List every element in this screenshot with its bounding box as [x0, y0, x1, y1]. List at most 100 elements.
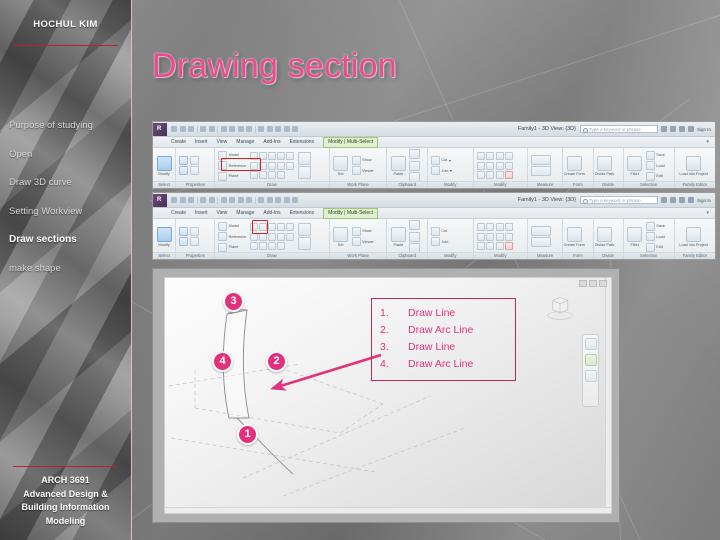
sidebar-item-setting-workview[interactable]: Setting Workview: [9, 206, 129, 217]
sidebar-item-draw-3d-curve[interactable]: Draw 3D curve: [9, 177, 129, 188]
properties-button-grid[interactable]: [179, 226, 199, 247]
draw-extra-tools[interactable]: [297, 151, 311, 180]
exchange-icon[interactable]: [678, 126, 685, 132]
cut-dropdown-caret[interactable]: ▾: [449, 158, 451, 163]
copy-icon[interactable]: [409, 160, 421, 171]
tab-create[interactable]: Create: [171, 210, 186, 216]
paste-button[interactable]: Paste: [390, 226, 406, 247]
family-category-icon[interactable]: [179, 237, 189, 247]
pick-line-tool-icon[interactable]: [250, 242, 258, 250]
trim-icon[interactable]: [505, 161, 514, 170]
measure-along-icon[interactable]: [530, 166, 551, 177]
create-form-button[interactable]: Create Form: [564, 226, 585, 247]
load-selection-option[interactable]: Load: [645, 161, 665, 170]
offset-icon[interactable]: [486, 152, 495, 160]
rotate-icon[interactable]: [495, 161, 504, 170]
undo-icon[interactable]: [200, 197, 206, 203]
cut-geometry-option[interactable]: Cut ▾: [430, 155, 452, 165]
work-plane-face-icon[interactable]: [297, 222, 311, 236]
ellipse-tool-icon[interactable]: [286, 223, 294, 231]
geometry-options[interactable]: Cut Join: [430, 226, 448, 247]
viewport-window-controls[interactable]: [579, 280, 607, 287]
sync-icon[interactable]: [188, 126, 194, 132]
view-icon[interactable]: [266, 126, 273, 132]
properties-icon[interactable]: [179, 226, 189, 236]
polygon-tool-icon[interactable]: [268, 223, 276, 231]
set-work-plane-button[interactable]: Set: [333, 155, 349, 176]
partial-ellipse-tool-icon[interactable]: [286, 161, 294, 170]
exchange-icon[interactable]: [678, 197, 685, 203]
create-form-button[interactable]: Create Form: [564, 155, 585, 176]
tile-icon[interactable]: [275, 126, 281, 132]
cascade-icon[interactable]: [283, 126, 290, 132]
pan-icon[interactable]: [584, 370, 597, 382]
modify-tool-grid[interactable]: [476, 223, 514, 250]
properties-icon[interactable]: [179, 155, 189, 165]
work-plane-pick-icon[interactable]: [297, 166, 311, 180]
arc-tangent-tool-icon[interactable]: [259, 161, 267, 170]
trim-icon[interactable]: [505, 232, 514, 241]
draw-tool-grid[interactable]: [250, 152, 294, 179]
geometry-options[interactable]: Cut ▾ Join ▾: [430, 155, 452, 176]
arc-fillet-tool-icon[interactable]: [268, 161, 276, 170]
tab-insert[interactable]: Insert: [195, 210, 208, 216]
arc-fillet-tool-icon[interactable]: [268, 232, 276, 241]
ellipse-tool-icon[interactable]: [286, 152, 294, 160]
revit-logo-icon[interactable]: [153, 193, 167, 207]
draw-reference-option[interactable]: Reference: [218, 161, 246, 170]
sidebar-item-make-shape[interactable]: make shape: [9, 263, 129, 274]
mirror-pick-icon[interactable]: [505, 223, 514, 231]
filter-button[interactable]: Filter: [627, 155, 643, 176]
rectangle-tool-icon[interactable]: [259, 152, 267, 160]
draw-mode-list[interactable]: Model Reference Plane: [218, 221, 246, 252]
sign-in-button[interactable]: Sign In: [697, 127, 711, 132]
work-plane-viewer-option[interactable]: Viewer: [351, 166, 374, 176]
zoom-icon[interactable]: [584, 354, 597, 366]
tab-manage[interactable]: Manage: [236, 210, 254, 216]
align-icon[interactable]: [476, 223, 485, 231]
revit-search-input[interactable]: Type a keyword or phrase: [579, 196, 658, 204]
tab-add-ins[interactable]: Add-Ins: [263, 210, 280, 216]
draw-plane-option[interactable]: Plane: [218, 171, 246, 181]
move-icon[interactable]: [476, 161, 485, 170]
join-geometry-option[interactable]: Join: [430, 237, 448, 247]
modify-tool-grid[interactable]: [476, 152, 514, 179]
sign-in-button[interactable]: Sign In: [697, 198, 711, 203]
cut-geometry-option[interactable]: Cut: [430, 226, 448, 236]
family-types-icon[interactable]: [189, 166, 199, 176]
section-icon[interactable]: [258, 197, 264, 203]
arc-tangent-tool-icon[interactable]: [259, 232, 267, 241]
revit-logo-icon[interactable]: [153, 122, 167, 136]
favorites-star-icon[interactable]: [687, 197, 694, 203]
tile-icon[interactable]: [275, 197, 281, 203]
mirror-pick-icon[interactable]: [505, 152, 514, 160]
copy-icon[interactable]: [486, 161, 495, 170]
open-icon[interactable]: [171, 126, 177, 132]
redo-icon[interactable]: [208, 126, 215, 132]
show-work-plane-option[interactable]: Show: [351, 226, 374, 236]
pick-line-tool-icon[interactable]: [250, 171, 258, 179]
tab-create[interactable]: Create: [171, 139, 186, 145]
quick-access-toolbar[interactable]: [169, 125, 298, 133]
tab-insert[interactable]: Insert: [195, 139, 208, 145]
copy-icon[interactable]: [409, 231, 421, 242]
search-icon[interactable]: [669, 197, 676, 203]
scale-icon[interactable]: [495, 171, 504, 179]
family-category-icon[interactable]: [179, 166, 189, 176]
measure-between-icon[interactable]: [530, 225, 551, 236]
sync-icon[interactable]: [188, 197, 194, 203]
draw-extra-tools[interactable]: [297, 222, 311, 251]
close-icon[interactable]: [599, 280, 607, 287]
line-tool-icon[interactable]: [250, 152, 258, 160]
tab-modify-multi-select[interactable]: Modify | Multi-Select: [323, 136, 378, 148]
modify-button[interactable]: Modify: [156, 155, 172, 176]
point-tool-icon[interactable]: [277, 171, 285, 179]
pick-face-tool-icon[interactable]: [259, 242, 267, 250]
section-icon[interactable]: [258, 126, 264, 132]
revit-help-icons[interactable]: [660, 197, 694, 203]
clipboard-small-buttons[interactable]: [409, 220, 421, 253]
tab-add-ins[interactable]: Add-Ins: [263, 139, 280, 145]
work-plane-options[interactable]: Show Viewer: [351, 226, 374, 247]
draw-plane-option[interactable]: Plane: [218, 242, 246, 252]
revit-search-input[interactable]: Type a keyword or phrase: [579, 125, 658, 133]
